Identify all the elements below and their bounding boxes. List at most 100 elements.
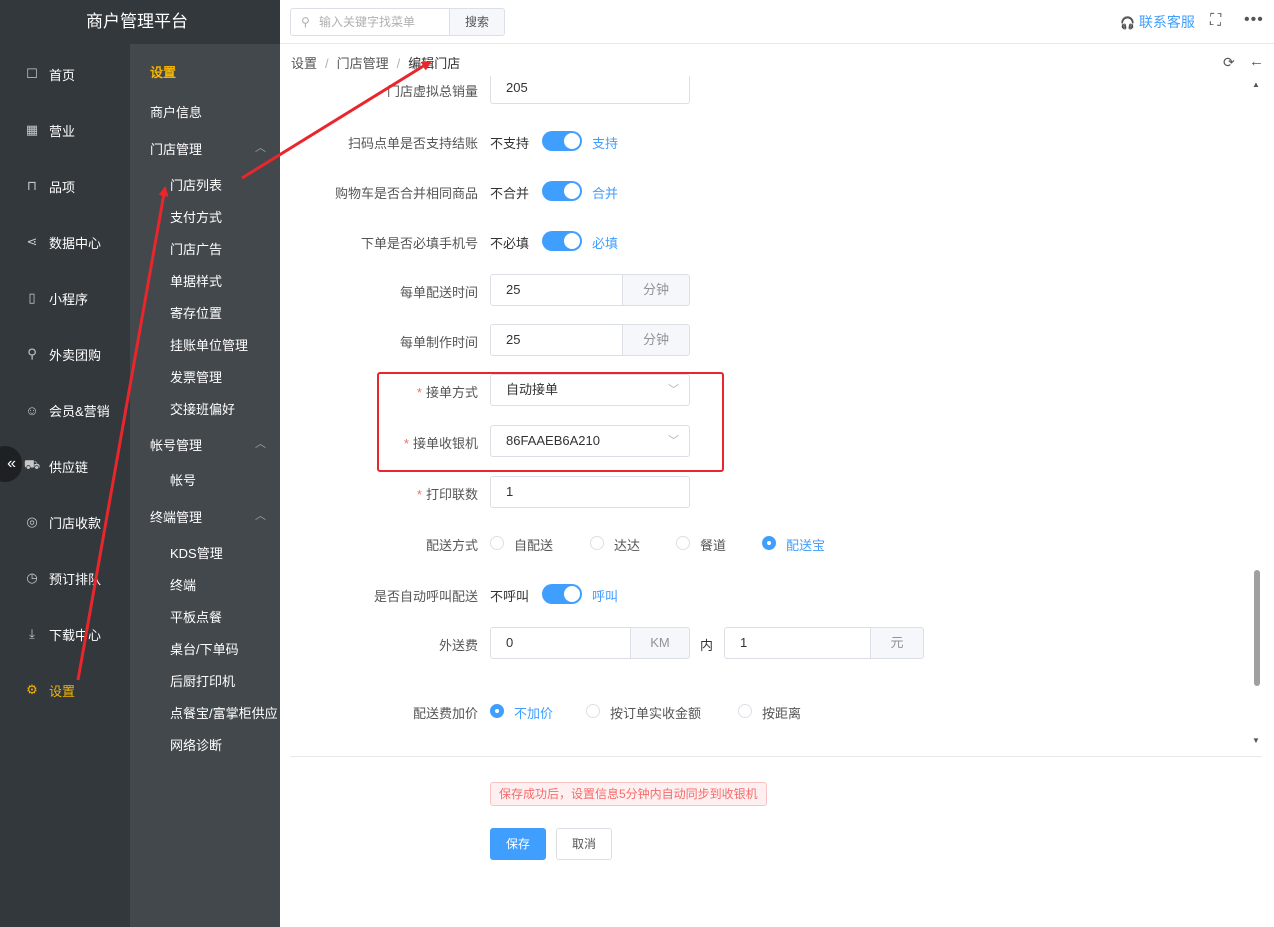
delivery-method-radio[interactable] [590, 536, 604, 550]
fee-markup-radio[interactable] [490, 704, 504, 718]
nav-item-label: 门店收款 [49, 515, 102, 531]
app-title: 商户管理平台 [0, 0, 280, 44]
nav-item-label: 数据中心 [49, 235, 102, 251]
nav-item-11[interactable]: ⤓ 下载中心 [0, 606, 130, 662]
phone-required-label: 下单是否必填手机号 [360, 236, 478, 251]
chevron-up-icon: ︿ [255, 142, 266, 154]
scan-checkout-on-label: 支持 [592, 136, 619, 151]
nav-item-2[interactable]: ▦ 营业 [0, 102, 130, 158]
subnav-item-store-4[interactable]: 单据样式 [170, 271, 222, 290]
phone-required-off-label: 不必填 [490, 236, 530, 251]
nav-item-label: 小程序 [49, 291, 89, 307]
nav-item-label: 设置 [49, 683, 76, 699]
subnav-item-store-6[interactable]: 挂账单位管理 [170, 335, 248, 354]
delivery-time-label: 每单配送时间 [399, 285, 478, 300]
delivery-method-option-label[interactable]: 达达 [614, 535, 640, 554]
subnav-group-terminal[interactable]: 终端管理 ︿ [150, 507, 280, 526]
nav-item-3[interactable]: ⊓ 品项 [0, 158, 130, 214]
auto-call-switch[interactable] [542, 584, 582, 604]
subnav-item-store-7[interactable]: 发票管理 [170, 367, 222, 386]
fee-markup-option-label[interactable]: 按订单实收金额 [610, 703, 701, 722]
virtual-sales-label: 门店虚拟总销量 [386, 84, 478, 99]
subnav-item-terminal-4[interactable]: 桌台/下单码 [170, 639, 239, 658]
delivery-method-option-label[interactable]: 自配送 [514, 535, 553, 554]
nav-item-10[interactable]: ◷ 预订排队 [0, 550, 130, 606]
breadcrumb-item[interactable]: 门店管理 [337, 56, 389, 71]
auto-call-label: 是否自动呼叫配送 [373, 589, 478, 604]
truck-icon: ⛟ [23, 457, 41, 472]
nav-item-5[interactable]: ▯ 小程序 [0, 270, 130, 326]
subnav-item-terminal-2[interactable]: 终端 [170, 575, 196, 594]
scroll-down-icon[interactable]: ▼ [1252, 736, 1260, 745]
delivery-method-radio[interactable] [762, 536, 776, 550]
cancel-button[interactable]: 取消 [556, 828, 612, 860]
subnav-group-store[interactable]: 门店管理 ︿ [150, 139, 280, 158]
delivery-method-radio[interactable] [676, 536, 690, 550]
save-button[interactable]: 保存 [490, 828, 546, 860]
subnav-item-merchant-info[interactable]: 商户信息 [150, 102, 202, 121]
nav-item-6[interactable]: ⚲ 外卖团购 [0, 326, 130, 382]
subnav-item-store-1[interactable]: 门店列表 [170, 175, 222, 194]
delivery-method-radio[interactable] [490, 536, 504, 550]
share-icon: ⋖ [26, 234, 38, 249]
auto-call-off-label: 不呼叫 [490, 589, 530, 604]
nav-item-9[interactable]: ◎ 门店收款 [0, 494, 130, 550]
nav-item-4[interactable]: ⋖ 数据中心 [0, 214, 130, 270]
nav-item-label: 预订排队 [49, 571, 102, 587]
search-placeholder: 输入关键字找菜单 [319, 15, 416, 29]
refresh-icon[interactable]: ⟳ [1223, 54, 1235, 71]
print-copies-input[interactable]: 1 [490, 476, 690, 508]
subnav-group-account[interactable]: 帐号管理 ︿ [150, 435, 280, 454]
make-time-input[interactable]: 25 [490, 324, 624, 356]
delivery-method-option-label[interactable]: 配送宝 [786, 535, 825, 554]
more-icon[interactable]: ••• [1244, 11, 1264, 29]
cart-merge-switch[interactable] [542, 181, 582, 201]
form-scrollbar[interactable]: ▲ ▼ [1252, 80, 1262, 752]
fee-markup-option-label[interactable]: 按距离 [762, 703, 801, 722]
breadcrumb: 设置 / 门店管理 / 编辑门店 [291, 53, 460, 72]
phone-required-switch[interactable] [542, 231, 582, 251]
download-icon: ⤓ [29, 626, 35, 641]
subnav-item-store-3[interactable]: 门店广告 [170, 239, 222, 258]
fullscreen-icon[interactable]: ⛶ [1210, 12, 1221, 30]
back-arrow-icon[interactable]: ← [1249, 53, 1264, 70]
fee-markup-radio[interactable] [586, 704, 600, 718]
nav-item-7[interactable]: ☺ 会员&营销 [0, 382, 130, 438]
subnav-item-account[interactable]: 帐号 [170, 470, 196, 489]
delivery-time-input[interactable]: 25 [490, 274, 624, 306]
delivery-method-option-label[interactable]: 餐道 [700, 535, 726, 554]
breadcrumb-item[interactable]: 设置 [291, 56, 317, 71]
fee-unit: 元 [870, 627, 924, 659]
subnav-item-terminal-3[interactable]: 平板点餐 [170, 607, 222, 626]
menu-search-input[interactable]: ⚲ 输入关键字找菜单 [290, 8, 450, 36]
contact-service-label: 联系客服 [1138, 14, 1195, 30]
delivery-time-unit: 分钟 [622, 274, 690, 306]
search-button[interactable]: 搜索 [449, 8, 505, 36]
subnav-title: 设置 [150, 65, 177, 80]
delivery-fee-label: 外送费 [438, 638, 478, 653]
scroll-thumb[interactable] [1254, 570, 1260, 686]
subnav-item-store-5[interactable]: 寄存位置 [170, 303, 222, 322]
contact-service-link[interactable]: 🎧 联系客服 [1120, 12, 1195, 32]
scan-checkout-switch[interactable] [542, 131, 582, 151]
gear-icon: ⚙ [26, 682, 38, 697]
nav-item-1[interactable]: ☐ 首页 [0, 46, 130, 102]
calendar-icon: ▦ [25, 122, 39, 137]
nav-item-12[interactable]: ⚙ 设置 [0, 662, 130, 718]
virtual-sales-input[interactable]: 205 [490, 76, 690, 104]
fee-markup-radio[interactable] [738, 704, 752, 718]
subnav-item-store-2[interactable]: 支付方式 [170, 207, 222, 226]
subnav-item-terminal-6[interactable]: 点餐宝/富掌柜供应 [170, 703, 278, 722]
subnav-item-terminal-5[interactable]: 后厨打印机 [170, 671, 235, 690]
subnav-item-terminal-7[interactable]: 网络诊断 [170, 735, 222, 754]
scroll-up-icon[interactable]: ▲ [1252, 80, 1260, 89]
delivery-fee-input[interactable]: 1 [724, 627, 872, 659]
bag-icon: ⊓ [26, 178, 38, 193]
cart-merge-off-label: 不合并 [490, 186, 530, 201]
subnav-item-terminal-1[interactable]: KDS管理 [170, 543, 223, 562]
subnav-item-store-8[interactable]: 交接班偏好 [170, 399, 235, 418]
delivery-distance-input[interactable]: 0 [490, 627, 632, 659]
fee-markup-option-label[interactable]: 不加价 [514, 703, 553, 722]
subnav-group-label: 终端管理 [150, 510, 203, 525]
subnav-group-label: 帐号管理 [150, 438, 203, 453]
